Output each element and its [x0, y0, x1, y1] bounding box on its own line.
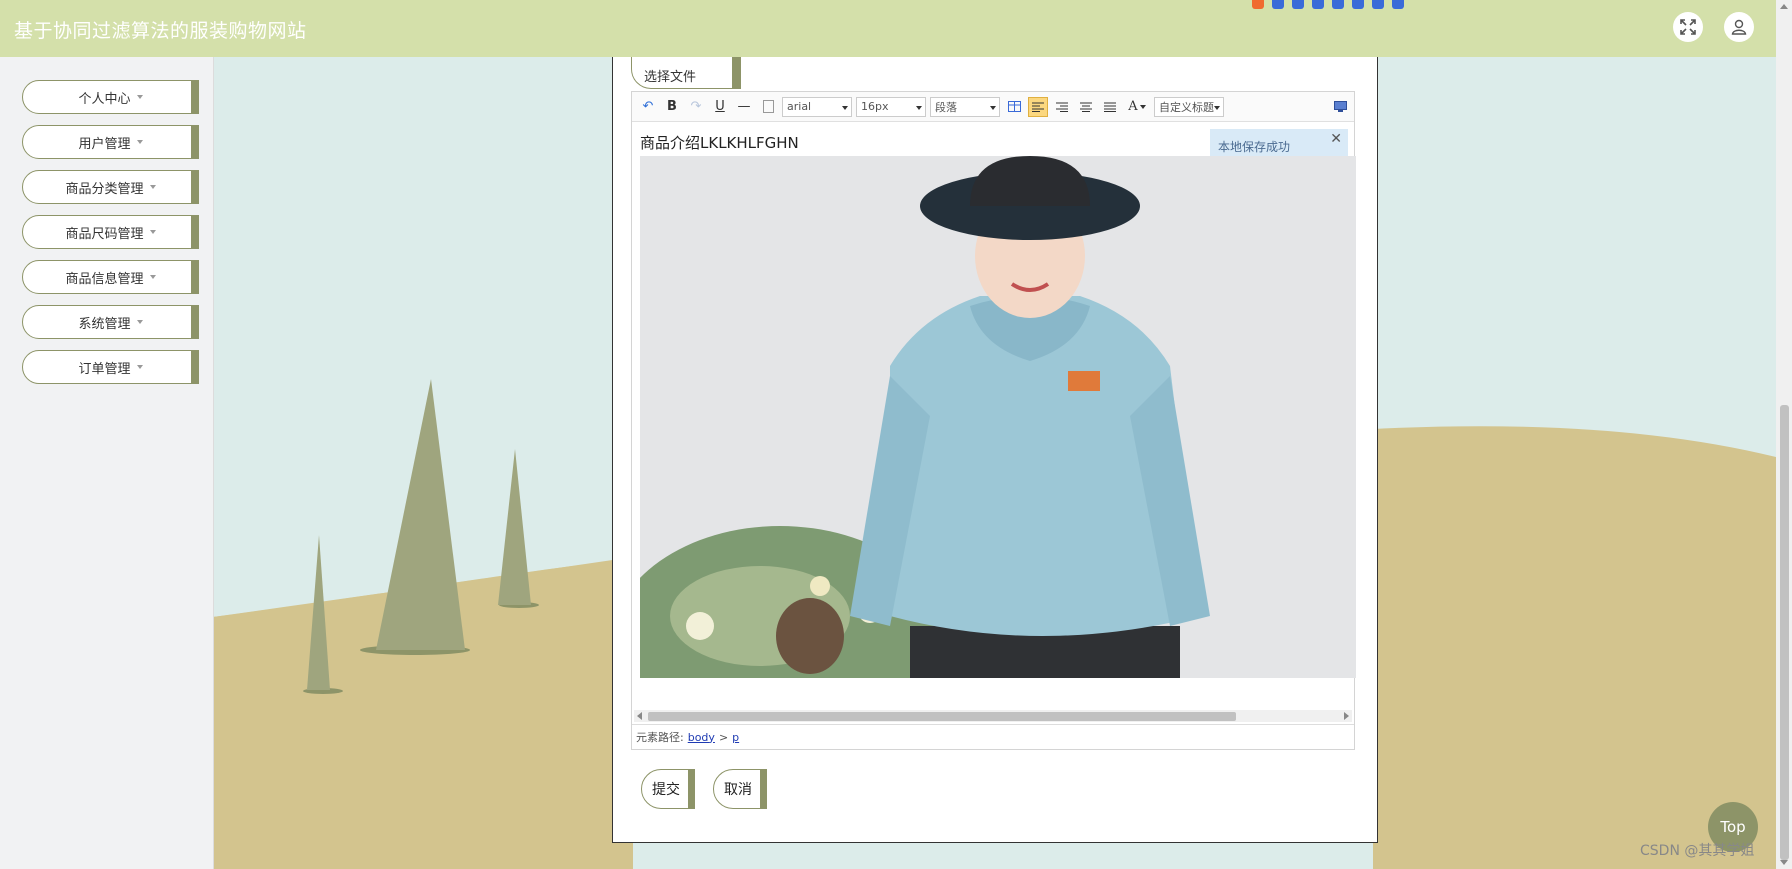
font-size-select[interactable]: 16px: [856, 96, 926, 117]
element-path-p-link[interactable]: p: [732, 731, 739, 744]
preview-button[interactable]: [1330, 97, 1350, 117]
extension-icon[interactable]: [1332, 0, 1344, 9]
site-title: 基于协同过滤算法的服装购物网站: [14, 20, 307, 42]
editor-horizontal-scrollbar[interactable]: [634, 710, 1352, 722]
sidebar-item-personal-center[interactable]: 个人中心: [22, 80, 199, 114]
align-center-icon: [1080, 102, 1092, 112]
fullscreen-icon: [1680, 19, 1696, 35]
watermark: CSDN @其其学姐: [1640, 843, 1755, 859]
caret-down-icon: [136, 365, 143, 369]
scroll-down-icon[interactable]: [1780, 860, 1788, 865]
user-icon: [1731, 19, 1747, 35]
sidebar-item-label: 商品分类管理: [65, 181, 144, 197]
fullscreen-button[interactable]: [1673, 12, 1703, 42]
table-icon: [1007, 101, 1021, 112]
sidebar-item-label: 订单管理: [78, 361, 131, 377]
sidebar-item-category-management[interactable]: 商品分类管理: [22, 170, 199, 204]
extension-icon[interactable]: [1312, 0, 1324, 9]
scroll-right-icon[interactable]: [1344, 712, 1349, 720]
paragraph-format-select[interactable]: 段落: [930, 96, 1000, 117]
close-icon[interactable]: ✕: [1330, 131, 1342, 147]
extension-icon[interactable]: [1292, 0, 1304, 9]
browser-extension-strip: [1248, 0, 1442, 10]
custom-heading-select[interactable]: 自定义标题: [1154, 96, 1224, 117]
rich-text-editor: ↶ B ↷ U — arial 16px 段落 A 自定义标题 商品介绍LKLK…: [631, 91, 1356, 750]
extension-icon[interactable]: [1252, 0, 1264, 9]
scroll-left-icon[interactable]: [637, 712, 642, 720]
bold-icon: B: [667, 99, 677, 114]
align-center-button[interactable]: [1076, 97, 1096, 117]
redo-icon: ↷: [690, 99, 702, 114]
element-path-bar: 元素路径: body > p: [632, 724, 1354, 749]
product-photo: [640, 156, 1356, 678]
caret-down-icon: [136, 95, 143, 99]
undo-button[interactable]: ↶: [638, 97, 658, 117]
undo-icon: ↶: [642, 99, 654, 114]
extension-icon[interactable]: [1352, 0, 1364, 9]
sidebar-item-label: 用户管理: [78, 136, 131, 152]
user-profile-button[interactable]: [1724, 12, 1754, 42]
page-break-button[interactable]: [758, 97, 778, 117]
caret-down-icon: [136, 320, 143, 324]
underline-button[interactable]: U: [710, 97, 730, 117]
horizontal-rule-button[interactable]: —: [734, 97, 754, 117]
underline-icon: U: [715, 99, 725, 114]
scrollbar-thumb[interactable]: [1780, 405, 1789, 860]
element-path-body-link[interactable]: body: [688, 731, 715, 744]
font-family-select[interactable]: arial: [782, 96, 852, 117]
align-left-icon: [1032, 102, 1044, 112]
caret-down-icon: [1139, 104, 1146, 109]
sidebar-item-product-management[interactable]: 商品信息管理: [22, 260, 199, 294]
horizontal-rule-icon: —: [737, 99, 751, 114]
redo-button[interactable]: ↷: [686, 97, 706, 117]
caret-down-icon: [136, 140, 143, 144]
table-button[interactable]: [1004, 97, 1024, 117]
align-justify-button[interactable]: [1100, 97, 1120, 117]
extension-icon[interactable]: [1272, 0, 1284, 9]
align-justify-icon: [1104, 102, 1116, 112]
product-form-panel: 选择文件 ↶ B ↷ U — arial 16px 段落 A 自定义标题 商品介…: [612, 40, 1378, 843]
font-color-button[interactable]: A: [1124, 97, 1150, 117]
sidebar-item-label: 商品信息管理: [65, 271, 144, 287]
extension-icon[interactable]: [1372, 0, 1384, 9]
sidebar-item-label: 商品尺码管理: [65, 226, 144, 242]
editor-content-text[interactable]: 商品介绍LKLKHLFGHN: [640, 132, 799, 153]
sidebar: 个人中心 用户管理 商品分类管理 商品尺码管理 商品信息管理 系统管理 订单管理: [0, 57, 214, 869]
sidebar-item-user-management[interactable]: 用户管理: [22, 125, 199, 159]
element-path-label: 元素路径:: [636, 731, 684, 744]
caret-down-icon: [149, 230, 156, 234]
align-left-button[interactable]: [1028, 96, 1048, 117]
submit-button[interactable]: 提交: [641, 769, 695, 809]
scrollbar-thumb[interactable]: [648, 712, 1236, 721]
caret-down-icon: [149, 275, 156, 279]
sidebar-item-label: 系统管理: [78, 316, 131, 332]
monitor-icon: [1333, 101, 1347, 112]
element-path-separator: >: [718, 730, 729, 744]
sidebar-item-label: 个人中心: [78, 91, 131, 107]
align-right-button[interactable]: [1052, 97, 1072, 117]
page-icon: [762, 100, 774, 113]
toast-message: 本地保存成功: [1218, 139, 1291, 154]
align-right-icon: [1056, 102, 1068, 112]
cancel-button[interactable]: 取消: [713, 769, 767, 809]
editor-toolbar: ↶ B ↷ U — arial 16px 段落 A 自定义标题: [632, 92, 1354, 122]
bold-button[interactable]: B: [662, 97, 682, 117]
scroll-up-icon[interactable]: [1780, 4, 1788, 9]
sidebar-item-system-management[interactable]: 系统管理: [22, 305, 199, 339]
sidebar-item-order-management[interactable]: 订单管理: [22, 350, 199, 384]
page-vertical-scrollbar[interactable]: [1776, 0, 1792, 869]
caret-down-icon: [149, 185, 156, 189]
sidebar-item-size-management[interactable]: 商品尺码管理: [22, 215, 199, 249]
extension-icon[interactable]: [1392, 0, 1404, 9]
top-header: 基于协同过滤算法的服装购物网站: [0, 0, 1776, 57]
font-color-icon: A: [1128, 99, 1138, 114]
